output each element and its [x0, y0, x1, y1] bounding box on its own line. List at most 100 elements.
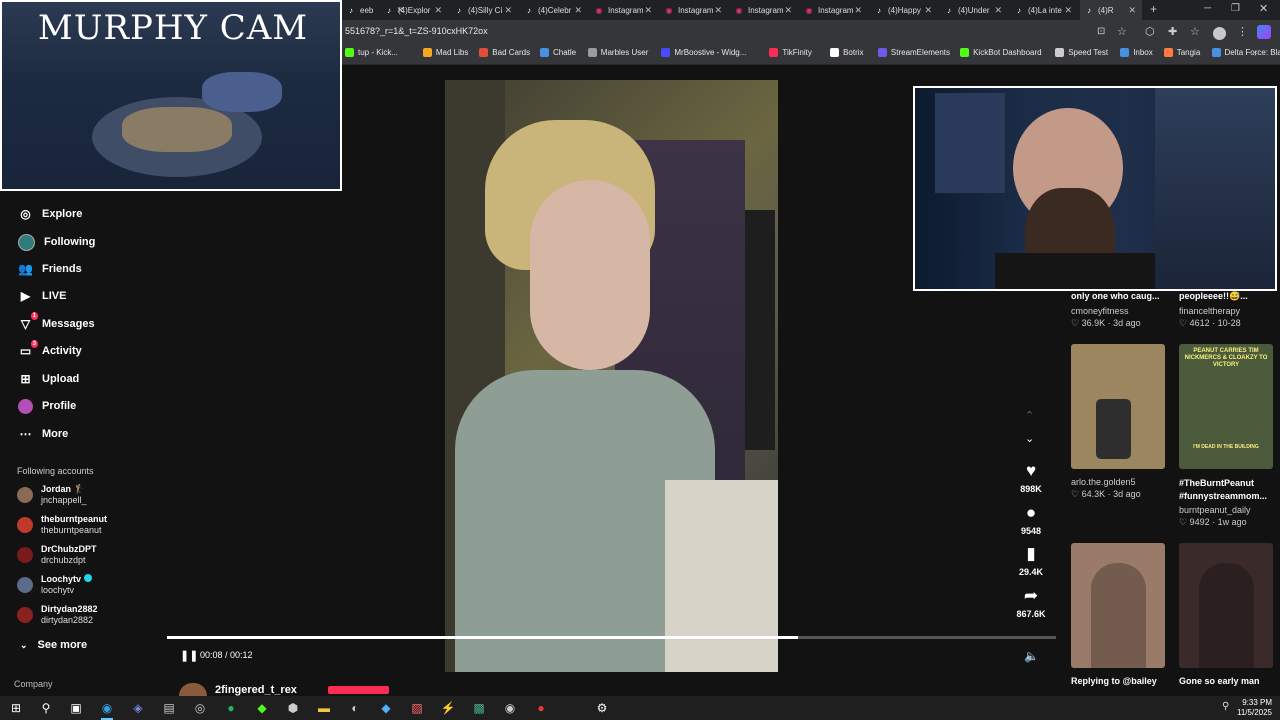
next-video-icon[interactable]: ⌄ — [1025, 432, 1034, 445]
windows-start-icon[interactable]: ⊞ — [8, 700, 24, 716]
video-card-author[interactable]: burntpeanut_daily — [1179, 505, 1251, 515]
sidebar-item-upload[interactable]: ⊞ Upload — [18, 371, 79, 386]
comment-action[interactable]: ● 9548 — [1011, 503, 1051, 536]
app-icon[interactable]: ◎ — [192, 700, 208, 716]
sidebar-item-profile[interactable]: Profile — [18, 398, 76, 414]
bookmark-star-icon[interactable]: ☆ — [1117, 25, 1127, 38]
follow-button[interactable] — [328, 686, 389, 694]
bookmark-3[interactable]: Chatle — [540, 48, 576, 57]
tab-close-icon[interactable]: ✕ — [434, 5, 442, 16]
following-account[interactable]: Dirtydan2882 dirtydan2882 — [17, 604, 98, 626]
task-view-icon[interactable]: ▣ — [68, 700, 84, 716]
tab-8[interactable]: ♪ (4)Happy ✕ — [870, 0, 938, 20]
profile-avatar[interactable] — [1213, 27, 1226, 40]
edge-icon[interactable]: ◉ — [99, 700, 115, 716]
video-card-title[interactable]: Replying to @bailey — [1071, 676, 1157, 686]
company-link[interactable]: Company — [14, 679, 53, 689]
bookmark-1[interactable]: Mad Libs — [422, 48, 468, 57]
new-tab-button[interactable]: + — [1150, 2, 1157, 16]
see-more-button[interactable]: ⌄ See more — [20, 639, 87, 651]
sidebar-item-live[interactable]: ▶ LIVE — [18, 289, 67, 304]
tab-4[interactable]: ◉ Instagram ✕ — [590, 0, 658, 20]
like-action[interactable]: ♥ 898K — [1011, 462, 1051, 495]
bookmark-0[interactable]: tup - Kick... — [345, 48, 398, 57]
author-avatar[interactable] — [179, 683, 207, 696]
bookmark-7[interactable]: Botrix — [830, 48, 864, 57]
app-icon[interactable]: ◆ — [378, 700, 394, 716]
extension-icon[interactable]: ⬡ — [1145, 25, 1155, 38]
bookmark-5[interactable]: MrBoostive - Widg... — [661, 48, 746, 57]
bookmark-9[interactable]: KickBot Dashboard — [960, 48, 1042, 57]
tab-2[interactable]: ♪ (4)Silly Ci ✕ — [450, 0, 518, 20]
video-card-title[interactable]: peopleeee!!😅... — [1179, 291, 1248, 302]
app-icon[interactable]: ● — [533, 700, 549, 716]
maximize-button[interactable]: ❐ — [1231, 3, 1240, 14]
discord-icon[interactable]: ◈ — [130, 700, 146, 716]
tab-close-icon[interactable]: ✕ — [1128, 5, 1136, 16]
app-icon[interactable]: ▤ — [161, 700, 177, 716]
video-card-title[interactable]: #TheBurntPeanut #funnystreammom... — [1179, 477, 1275, 503]
video-thumbnail[interactable]: PEANUT CARRIES TIM NICKMERCS & CLOAKZY T… — [1179, 344, 1273, 469]
tab-close-icon[interactable]: ✕ — [714, 5, 722, 16]
video-card-title[interactable]: Gone so early man — [1179, 676, 1260, 686]
extensions-puzzle-icon[interactable]: ✚ — [1168, 25, 1177, 38]
video-thumbnail[interactable] — [1071, 344, 1165, 469]
tab-5[interactable]: ◉ Instagram ✕ — [660, 0, 728, 20]
minimize-button[interactable]: ─ — [1204, 3, 1211, 14]
tab-close-icon[interactable]: ✕ — [504, 5, 512, 16]
app-icon[interactable]: ◉ — [502, 700, 518, 716]
sidebar-item-friends[interactable]: 👥 Friends — [18, 261, 82, 276]
search-icon[interactable]: ⚲ — [38, 700, 54, 716]
app-icon[interactable]: ⬢ — [285, 700, 301, 716]
sidebar-item-explore[interactable]: ◎ Explore — [18, 206, 82, 221]
tab-1[interactable]: ♪ (4)Explor ✕ — [380, 0, 448, 20]
tab-close-icon[interactable]: ✕ — [994, 5, 1002, 16]
tab-close-icon[interactable]: ✕ — [644, 5, 652, 16]
close-window-button[interactable]: ✕ — [1259, 2, 1268, 15]
bookmark-13[interactable]: Delta Force: Black Si... — [1211, 48, 1280, 57]
menu-kebab-icon[interactable]: ⋮ — [1237, 25, 1248, 38]
author-name[interactable]: 2fingered_t_rex — [215, 684, 297, 696]
url-text[interactable]: 551678?_r=1&_t=ZS-910cxHK72ox — [345, 26, 488, 36]
video-card-author[interactable]: financeltherapy — [1179, 306, 1240, 316]
bookmark-12[interactable]: Tangia — [1163, 48, 1200, 57]
bookmark-10[interactable]: Speed Test — [1055, 48, 1108, 57]
video-card-title[interactable]: only one who caug... — [1071, 291, 1160, 301]
pause-icon[interactable]: ❚❚ — [180, 649, 198, 662]
sidebar-item-messages[interactable]: ▽ 1 Messages — [18, 312, 95, 331]
video-player[interactable] — [445, 80, 778, 672]
tab-close-icon[interactable]: ✕ — [924, 5, 932, 16]
copilot-icon[interactable] — [1257, 25, 1271, 39]
tab-6[interactable]: ◉ Instagram ✕ — [730, 0, 798, 20]
app-icon[interactable]: ▨ — [409, 700, 425, 716]
tab-close-icon[interactable]: ✕ — [574, 5, 582, 16]
system-clock[interactable]: 9:33 PM 11/5/2025 — [1237, 698, 1272, 718]
following-account[interactable]: DrChubzDPT drchubzdpt — [17, 544, 97, 566]
video-card-author[interactable]: cmoneyfitness — [1071, 306, 1129, 316]
tab-3[interactable]: ♪ (4)Celebr ✕ — [520, 0, 588, 20]
tab-close-icon[interactable]: ✕ — [784, 5, 792, 16]
volume-icon[interactable]: 🔈 — [1024, 649, 1039, 663]
app-icon[interactable]: ◐ — [347, 700, 363, 716]
sidebar-item-following[interactable]: Following — [18, 233, 95, 251]
previous-video-icon[interactable]: ⌃ — [1025, 409, 1034, 422]
following-account[interactable]: theburntpeanut theburntpeanut — [17, 514, 107, 536]
sidebar-item-more[interactable]: ⋯ More — [18, 426, 69, 441]
network-tray-icon[interactable]: ⚲ — [1222, 701, 1229, 712]
share-action[interactable]: ➦ 867.6K — [1011, 586, 1051, 619]
following-account[interactable]: Jordan 🏌 jnchappell_ — [17, 484, 87, 506]
tab-11[interactable]: ♪ (4)R ✕ — [1080, 0, 1142, 20]
bookmark-8[interactable]: StreamElements — [877, 48, 950, 57]
tab-10[interactable]: ♪ (4)La inte ✕ — [1010, 0, 1078, 20]
tab-9[interactable]: ♪ (4)Under ✕ — [940, 0, 1008, 20]
tab-close-icon[interactable]: ✕ — [1064, 5, 1072, 16]
app-icon[interactable]: ▩ — [471, 700, 487, 716]
bookmark-11[interactable]: Inbox — [1120, 48, 1153, 57]
save-action[interactable]: ▮ 29.4K — [1011, 545, 1051, 578]
bookmark-2[interactable]: Bad Cards — [479, 48, 530, 57]
following-account[interactable]: Loochytv loochytv — [17, 574, 93, 596]
install-app-icon[interactable]: ⊡ — [1097, 26, 1105, 37]
video-thumbnail[interactable] — [1179, 543, 1273, 668]
bookmark-manager-icon[interactable]: ☆ — [1190, 25, 1200, 38]
app-icon[interactable]: ⚡ — [440, 700, 456, 716]
